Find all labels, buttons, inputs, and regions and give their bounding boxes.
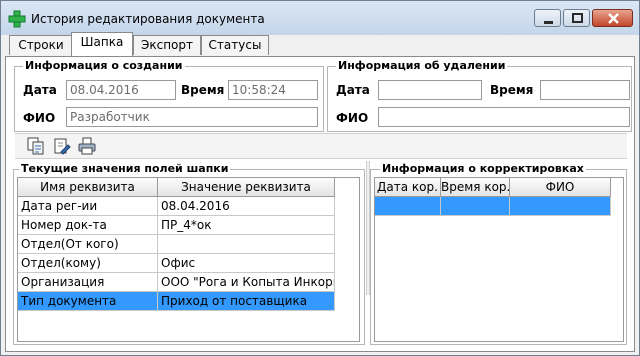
column-header-name[interactable]: Имя реквизита [18,178,158,197]
cell-fio [510,197,611,216]
deletion-group-title: Информация об удалении [336,59,508,72]
window-title: История редактирования документа [31,12,265,26]
cell-time [441,197,510,216]
cell-name: Отдел(кому) [18,254,158,273]
creation-fio-field[interactable]: Разработчик [66,107,318,127]
column-header-value[interactable]: Значение реквизита [158,178,335,197]
deletion-date-field[interactable] [378,80,482,100]
deletion-date-label: Дата [336,83,370,97]
column-header-time[interactable]: Время кор. [441,178,510,197]
creation-time-label: Время [181,83,225,97]
cell-name: Дата рег-ии [18,197,158,216]
cell-value: 08.04.2016 [158,197,335,216]
title-bar[interactable]: История редактирования документа [1,1,639,35]
fields-panel: Текущие значения полей шапки Имя реквизи… [13,162,365,345]
cell-value: ПР_4*ок [158,216,335,235]
creation-time-field[interactable]: 10:58:24 [228,80,318,100]
cell-value: Офис [158,254,335,273]
creation-date-field[interactable]: 08.04.2016 [66,80,176,100]
deletion-fio-label: ФИО [336,111,369,125]
cell-name: Тип документа [18,292,158,311]
app-icon [8,10,26,28]
cell-value [158,235,335,254]
close-icon [608,13,619,24]
cell-name: Организация [18,273,158,292]
minimize-button[interactable] [534,9,561,27]
cell-date [375,197,441,216]
column-header-date[interactable]: Дата кор. [375,178,441,197]
cell-name: Номер док-та [18,216,158,235]
cell-value: Приход от поставщика [158,292,335,311]
cell-name: Отдел(От кого) [18,235,158,254]
tab-export[interactable]: Экспорт [133,35,201,55]
deletion-time-label: Время [490,83,534,97]
tab-header[interactable]: Шапка [71,32,133,56]
close-button[interactable] [592,9,633,27]
tab-statuses[interactable]: Статусы [201,35,269,55]
creation-fio-label: ФИО [23,111,56,125]
minimize-icon [544,21,553,24]
print-icon[interactable] [78,137,96,155]
maximize-icon [572,13,583,23]
corrections-panel-title: Информация о корректировках [380,162,586,175]
corrections-panel: Информация о корректировках Дата кор. Вр… [370,162,627,345]
deletion-group: Информация об удалении Дата Время ФИО [327,59,632,132]
tab-rows[interactable]: Строки [9,35,73,55]
history-window: История редактирования документа Строки … [0,0,640,356]
deletion-time-field[interactable] [540,80,630,100]
maximize-button[interactable] [563,9,590,27]
column-header-fio[interactable]: ФИО [510,178,611,197]
corrections-grid[interactable]: Дата кор. Время кор. ФИО [374,177,624,342]
creation-group: Информация о создании Дата 08.04.2016 Вр… [14,59,324,132]
fields-grid[interactable]: Имя реквизита Значение реквизита Дата ре… [17,177,360,342]
edit-icon[interactable] [53,137,71,155]
copy-icon[interactable] [27,137,45,155]
creation-date-label: Дата [23,83,57,97]
fields-panel-title: Текущие значения полей шапки [19,162,231,175]
cell-value: ООО "Рога и Копыта Инкорпо [158,273,335,292]
toolbar [15,133,627,159]
creation-group-title: Информация о создании [23,59,185,72]
deletion-fio-field[interactable] [378,107,630,127]
